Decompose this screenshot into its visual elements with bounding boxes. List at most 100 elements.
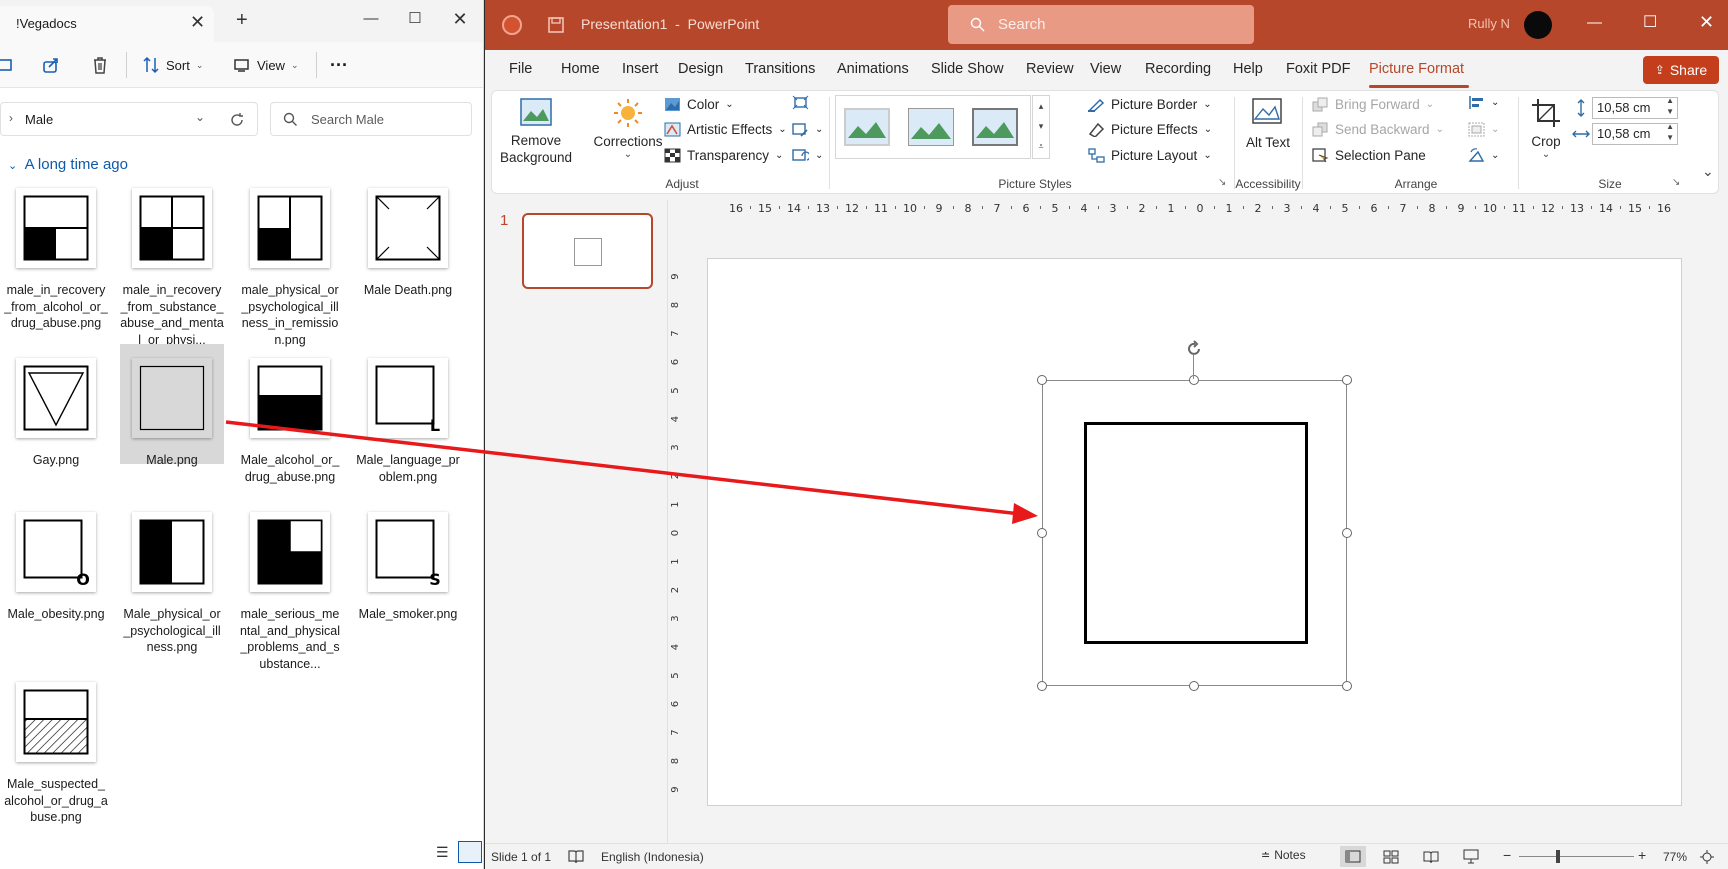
slide-canvas[interactable] <box>707 258 1682 806</box>
zoom-out-icon[interactable]: − <box>1503 847 1511 863</box>
avatar[interactable] <box>1524 11 1552 39</box>
spinner-arrows-icon[interactable]: ▲ ▼ <box>1666 121 1674 143</box>
zoom-in-icon[interactable]: + <box>1638 847 1646 863</box>
resize-handle[interactable] <box>1342 375 1352 385</box>
tab-file[interactable]: File <box>509 61 532 77</box>
tab-insert[interactable]: Insert <box>622 61 658 77</box>
picture-effects-button[interactable]: Picture Effects ⌄ <box>1088 122 1212 137</box>
fit-to-window-icon[interactable] <box>1699 849 1715 865</box>
tab-recording[interactable]: Recording <box>1145 61 1211 77</box>
resize-handle[interactable] <box>1037 375 1047 385</box>
sort-button[interactable]: Sort ⌄ <box>142 52 203 78</box>
dialog-launcher-icon[interactable]: ↘ <box>1672 177 1680 188</box>
gallery-scroll[interactable]: ▴ ▾ ⩡ <box>1032 95 1050 159</box>
tab-foxit-pdf[interactable]: Foxit PDF <box>1286 61 1350 77</box>
spinner-arrows-icon[interactable]: ▲ ▼ <box>1666 95 1674 117</box>
slide-thumbnail[interactable] <box>522 213 653 289</box>
resize-handle[interactable] <box>1037 528 1047 538</box>
picture-style-thumb[interactable] <box>972 108 1018 146</box>
change-picture-button[interactable]: ⌄ <box>792 122 823 137</box>
save-icon[interactable] <box>547 16 565 34</box>
language-indicator[interactable]: English (Indonesia) <box>601 850 704 864</box>
file-item[interactable]: L Male_language_problem.png <box>356 358 464 518</box>
crop-button[interactable]: Crop ⌄ <box>1524 97 1568 173</box>
maximize-icon[interactable]: ☐ <box>1643 12 1657 32</box>
file-item[interactable]: Male.png <box>120 344 228 518</box>
rotate-handle-icon[interactable] <box>1184 339 1204 359</box>
chevron-down-icon[interactable]: ⌄ <box>195 110 205 124</box>
details-view-icon[interactable]: ☰ <box>436 844 449 861</box>
align-button[interactable]: ⌄ <box>1468 95 1499 110</box>
file-item[interactable]: male_serious_mental_and_physical_problem… <box>240 512 346 672</box>
selected-picture-frame[interactable] <box>1042 380 1347 686</box>
tab-transitions[interactable]: Transitions <box>745 61 815 77</box>
file-item[interactable]: male_in_recovery_from_substance_abuse_an… <box>120 188 228 348</box>
refresh-icon[interactable] <box>229 112 245 128</box>
remove-background-button[interactable]: Remove Background <box>498 97 574 173</box>
collapse-ribbon-icon[interactable]: ⌄ <box>1702 163 1714 180</box>
file-item[interactable]: male_in_recovery_from_alcohol_or_drug_ab… <box>4 188 112 348</box>
resize-handle[interactable] <box>1189 681 1199 691</box>
slide-sorter-icon[interactable] <box>1383 850 1399 864</box>
width-input[interactable]: 10,58 cm ▲ ▼ <box>1592 121 1678 145</box>
file-item[interactable]: Male_physical_or_psychological_illness.p… <box>123 512 228 672</box>
resize-handle[interactable] <box>1037 681 1047 691</box>
file-item[interactable]: male_physical_or_psychological_illness_i… <box>241 188 346 348</box>
corrections-button[interactable]: Corrections ⌄ <box>592 97 664 173</box>
bring-forward-button[interactable]: Bring Forward ⌄ <box>1312 97 1434 112</box>
resize-handle[interactable] <box>1189 375 1199 385</box>
file-item[interactable]: Male_alcohol_or_drug_abuse.png <box>241 358 346 518</box>
accessibility-check-icon[interactable] <box>568 849 584 864</box>
zoom-slider-thumb[interactable] <box>1556 850 1560 863</box>
send-backward-button[interactable]: Send Backward ⌄ <box>1312 122 1444 137</box>
resize-handle[interactable] <box>1342 681 1352 691</box>
maximize-icon[interactable]: ☐ <box>393 4 437 34</box>
close-icon[interactable]: ✕ <box>438 4 482 34</box>
color-button[interactable]: Color ⌄ <box>664 97 734 112</box>
view-button[interactable]: View ⌄ <box>233 52 299 78</box>
dialog-launcher-icon[interactable]: ↘ <box>1218 177 1226 188</box>
rotate-button[interactable]: ⌄ <box>1468 148 1499 163</box>
reading-view-icon[interactable] <box>1423 850 1439 864</box>
file-item[interactable]: S Male_smoker.png <box>359 512 464 672</box>
file-item[interactable]: O Male_obesity.png <box>7 512 112 672</box>
normal-view-button[interactable] <box>1340 846 1366 867</box>
resize-handle[interactable] <box>1342 528 1352 538</box>
tab-view[interactable]: View <box>1090 61 1121 77</box>
slide-info[interactable]: Slide 1 of 1 <box>491 850 551 864</box>
selection-pane-button[interactable]: Selection Pane <box>1312 148 1426 163</box>
picture-style-thumb[interactable] <box>908 108 954 146</box>
slideshow-icon[interactable] <box>1463 849 1479 864</box>
address-bar[interactable]: › Male ⌄ <box>0 102 258 136</box>
artistic-effects-button[interactable]: Artistic Effects ⌄ <box>664 122 787 137</box>
tab-picture-format[interactable]: Picture Format <box>1369 61 1464 77</box>
minimize-icon[interactable]: — <box>1587 14 1602 31</box>
zoom-slider-track[interactable] <box>1519 856 1634 857</box>
tab-review[interactable]: Review <box>1026 61 1074 77</box>
file-item[interactable]: Male_suspected_alcohol_or_drug_abuse.png <box>4 682 112 842</box>
group-header[interactable]: ⌄ A long time ago <box>8 156 128 173</box>
file-item[interactable]: Gay.png <box>8 358 112 518</box>
height-input[interactable]: 10,58 cm ▲ ▼ <box>1592 95 1678 119</box>
tab-animations[interactable]: Animations <box>837 61 909 77</box>
compress-pictures-button[interactable] <box>792 95 809 110</box>
delete-icon[interactable] <box>89 54 111 76</box>
alt-text-button[interactable]: Alt Text <box>1242 97 1294 173</box>
file-item[interactable]: Male Death.png <box>360 188 464 348</box>
rename-icon[interactable] <box>0 54 18 76</box>
ppt-search-box[interactable]: Search <box>948 5 1254 44</box>
zoom-level[interactable]: 77% <box>1663 850 1687 864</box>
notes-button[interactable]: ≐ Notes <box>1261 848 1306 862</box>
picture-layout-button[interactable]: Picture Layout ⌄ <box>1088 148 1212 163</box>
explorer-tab[interactable]: !Vegadocs ✕ <box>0 6 214 42</box>
transparency-button[interactable]: Transparency ⌄ <box>664 148 783 163</box>
share-button[interactable]: ⇪ Share <box>1643 56 1719 84</box>
close-tab-icon[interactable]: ✕ <box>190 12 205 33</box>
more-options-button[interactable]: ··· <box>330 52 348 78</box>
picture-style-thumb[interactable] <box>844 108 890 146</box>
reset-picture-button[interactable]: ⌄ <box>792 148 823 163</box>
search-box[interactable]: Search Male <box>270 102 472 136</box>
share-icon[interactable] <box>40 54 62 76</box>
picture-border-button[interactable]: Picture Border ⌄ <box>1088 97 1212 112</box>
close-icon[interactable]: ✕ <box>1699 12 1714 33</box>
